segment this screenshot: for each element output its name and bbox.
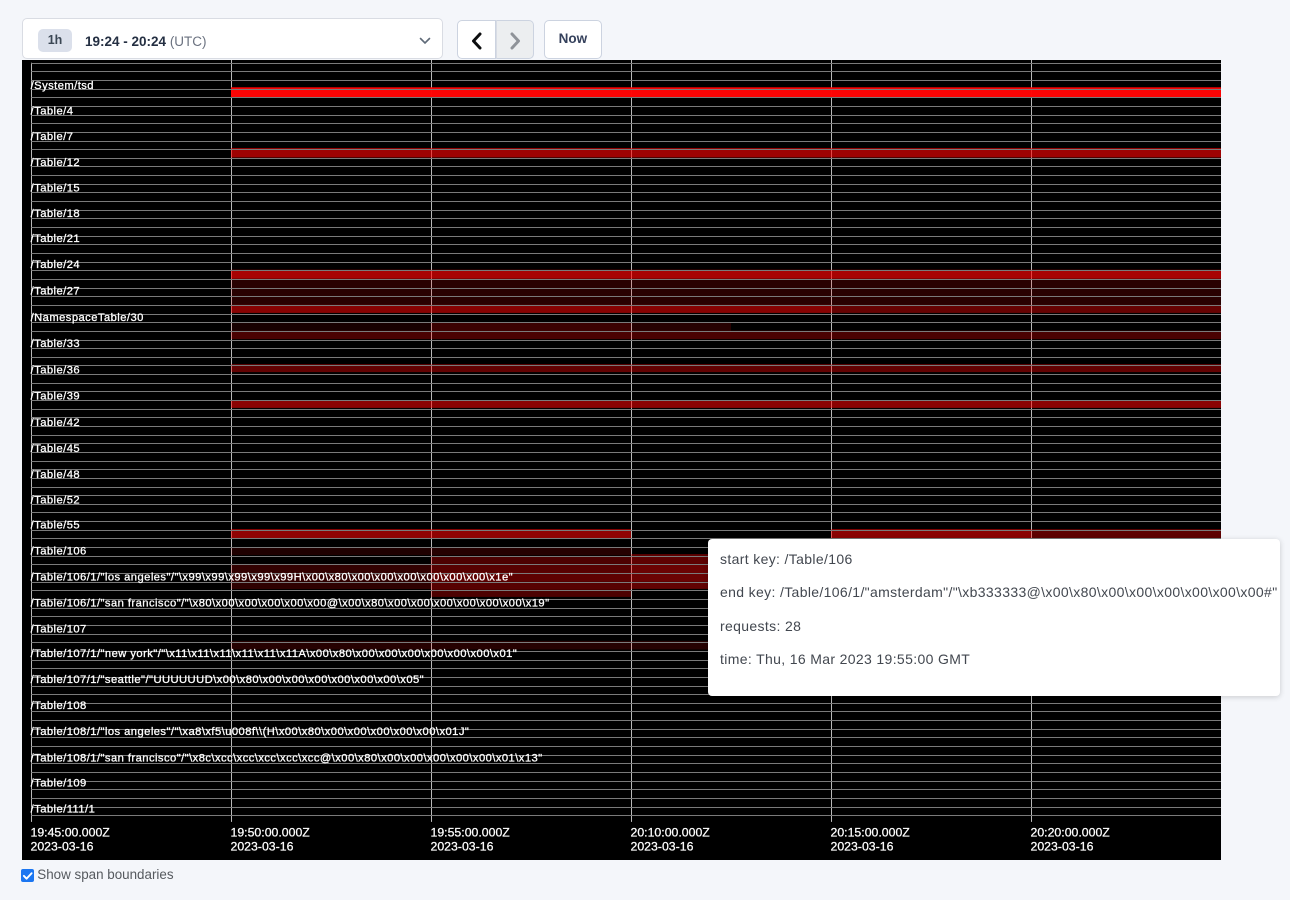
- svg-text:/Table/108/1/"los angeles"/"\x: /Table/108/1/"los angeles"/"\xa8\xf5\u00…: [31, 726, 470, 738]
- svg-text:2023-03-16: 2023-03-16: [31, 839, 94, 853]
- svg-text:/Table/107: /Table/107: [31, 623, 87, 635]
- svg-text:/Table/36: /Table/36: [31, 364, 80, 376]
- svg-text:/Table/18: /Table/18: [31, 207, 80, 219]
- svg-text:2023-03-16: 2023-03-16: [1031, 839, 1094, 853]
- svg-text:/Table/108: /Table/108: [31, 700, 87, 712]
- svg-text:/Table/33: /Table/33: [31, 338, 80, 350]
- svg-text:/Table/4: /Table/4: [31, 105, 74, 117]
- svg-text:/Table/21: /Table/21: [31, 233, 80, 245]
- svg-text:/Table/106: /Table/106: [31, 545, 87, 557]
- svg-text:/Table/107/1/"new york"/"\x11\: /Table/107/1/"new york"/"\x11\x11\x11\x1…: [31, 647, 518, 659]
- svg-text:/System/tsd: /System/tsd: [31, 79, 94, 91]
- svg-text:/Table/106/1/"san francisco"/": /Table/106/1/"san francisco"/"\x80\x00\x…: [31, 597, 550, 609]
- svg-text:/Table/109: /Table/109: [31, 777, 87, 789]
- svg-text:/Table/12: /Table/12: [31, 156, 80, 168]
- svg-text:/Table/42: /Table/42: [31, 416, 80, 428]
- svg-text:/Table/39: /Table/39: [31, 390, 80, 402]
- svg-text:/Table/111/1: /Table/111/1: [31, 803, 96, 815]
- svg-text:2023-03-16: 2023-03-16: [431, 839, 494, 853]
- svg-text:/Table/15: /Table/15: [31, 182, 80, 194]
- svg-text:/Table/55: /Table/55: [31, 519, 80, 531]
- svg-text:/NamespaceTable/30: /NamespaceTable/30: [31, 311, 144, 323]
- svg-text:20:20:00.000Z: 20:20:00.000Z: [1031, 825, 1111, 839]
- svg-text:20:15:00.000Z: 20:15:00.000Z: [831, 825, 911, 839]
- svg-text:/Table/106/1/"los angeles"/"\x: /Table/106/1/"los angeles"/"\x99\x99\x99…: [31, 571, 513, 583]
- svg-text:20:10:00.000Z: 20:10:00.000Z: [631, 825, 711, 839]
- svg-text:/Table/52: /Table/52: [31, 494, 80, 506]
- svg-text:/Table/24: /Table/24: [31, 258, 80, 270]
- svg-text:19:50:00.000Z: 19:50:00.000Z: [231, 825, 311, 839]
- svg-text:/Table/45: /Table/45: [31, 443, 80, 455]
- svg-text:19:45:00.000Z: 19:45:00.000Z: [31, 825, 111, 839]
- svg-text:2023-03-16: 2023-03-16: [831, 839, 894, 853]
- svg-text:2023-03-16: 2023-03-16: [231, 839, 294, 853]
- svg-text:2023-03-16: 2023-03-16: [631, 839, 694, 853]
- svg-text:19:55:00.000Z: 19:55:00.000Z: [431, 825, 511, 839]
- svg-text:/Table/108/1/"san francisco"/": /Table/108/1/"san francisco"/"\x8c\xcc\x…: [31, 752, 543, 764]
- svg-text:/Table/27: /Table/27: [31, 285, 80, 297]
- svg-text:/Table/48: /Table/48: [31, 469, 80, 481]
- svg-text:/Table/107/1/"seattle"/"UUUUUU: /Table/107/1/"seattle"/"UUUUUUD\x00\x80\…: [31, 674, 425, 686]
- svg-text:/Table/7: /Table/7: [31, 131, 74, 143]
